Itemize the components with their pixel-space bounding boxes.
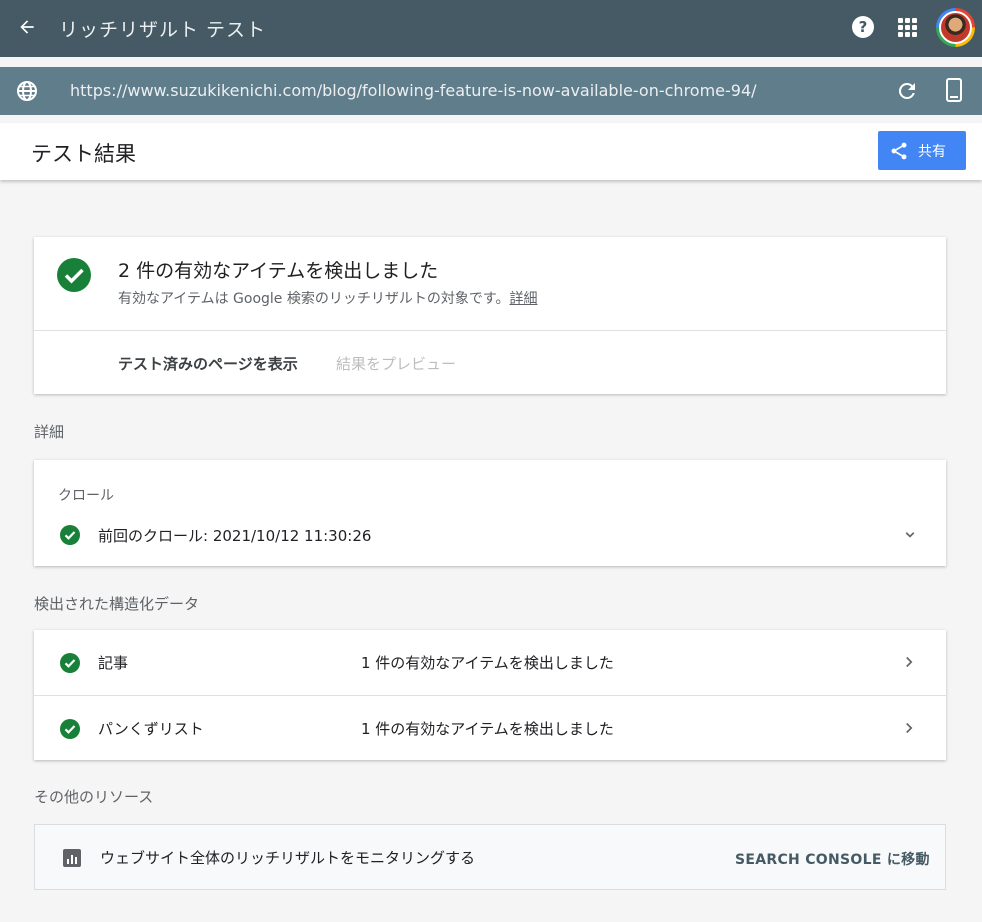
go-to-search-console-link[interactable]: SEARCH CONSOLE に移動 [735, 849, 930, 869]
check-icon [60, 653, 80, 673]
crawl-caption: クロール [58, 488, 114, 504]
summary-headline: 2 件の有効なアイテムを検出しました [118, 260, 439, 282]
details-link[interactable]: 詳細 [509, 291, 537, 307]
url-bar: https://www.suzukikenichi.com/blog/follo… [0, 67, 982, 115]
share-button[interactable]: 共有 [878, 131, 966, 170]
summary-card: 2 件の有効なアイテムを検出しました 有効なアイテムは Google 検索のリッ… [34, 237, 946, 394]
apps-grid-icon[interactable] [898, 18, 917, 37]
share-label: 共有 [918, 143, 946, 160]
bar-chart-icon [63, 849, 81, 867]
list-item[interactable]: パンくずリスト 1 件の有効なアイテムを検出しました [34, 695, 946, 760]
resource-card: ウェブサイト全体のリッチリザルトをモニタリングする SEARCH CONSOLE… [34, 824, 946, 890]
chevron-down-icon[interactable] [901, 526, 919, 544]
tested-url[interactable]: https://www.suzukikenichi.com/blog/follo… [70, 81, 757, 100]
preview-results-button[interactable]: 結果をプレビュー [336, 353, 456, 374]
globe-icon [15, 79, 39, 103]
mobile-device-icon[interactable] [946, 78, 962, 102]
details-section-label: 詳細 [34, 423, 65, 441]
item-count-text: 1 件の有効なアイテムを検出しました [361, 654, 614, 672]
last-crawl-row[interactable]: 前回のクロール: 2021/10/12 11:30:26 [60, 524, 920, 546]
item-count-text: 1 件の有効なアイテムを検出しました [361, 720, 614, 738]
share-icon [891, 142, 907, 159]
account-avatar[interactable] [936, 8, 975, 47]
app-title: リッチリザルト テスト [59, 19, 267, 41]
app-bar: リッチリザルト テスト ? [0, 0, 982, 57]
check-icon [60, 719, 80, 739]
view-tested-page-button[interactable]: テスト済みのページを表示 [118, 353, 298, 374]
structured-data-card: 記事 1 件の有効なアイテムを検出しました パンくずリスト 1 件の有効なアイテ… [34, 630, 946, 760]
item-type-name: パンくずリスト [98, 720, 204, 738]
help-icon[interactable]: ? [852, 16, 874, 38]
page-title: テスト結果 [31, 142, 136, 166]
back-arrow-icon[interactable] [12, 12, 42, 42]
structured-data-section-label: 検出された構造化データ [34, 595, 200, 613]
monitor-text: ウェブサイト全体のリッチリザルトをモニタリングする [100, 849, 476, 867]
chevron-right-icon[interactable] [900, 719, 918, 737]
success-check-icon [57, 258, 91, 292]
last-crawl-text: 前回のクロール: 2021/10/12 11:30:26 [98, 527, 372, 545]
item-type-name: 記事 [98, 654, 129, 672]
result-header: テスト結果 共有 [0, 123, 982, 180]
summary-subtext: 有効なアイテムは Google 検索のリッチリザルトの対象です。詳細 [118, 291, 538, 307]
resources-section-label: その他のリソース [34, 788, 154, 806]
refresh-icon[interactable] [895, 79, 919, 103]
crawl-card[interactable]: クロール 前回のクロール: 2021/10/12 11:30:26 [34, 460, 946, 566]
list-item[interactable]: 記事 1 件の有効なアイテムを検出しました [34, 630, 946, 695]
chevron-right-icon[interactable] [900, 653, 918, 671]
check-icon [60, 525, 80, 545]
divider [34, 330, 946, 331]
